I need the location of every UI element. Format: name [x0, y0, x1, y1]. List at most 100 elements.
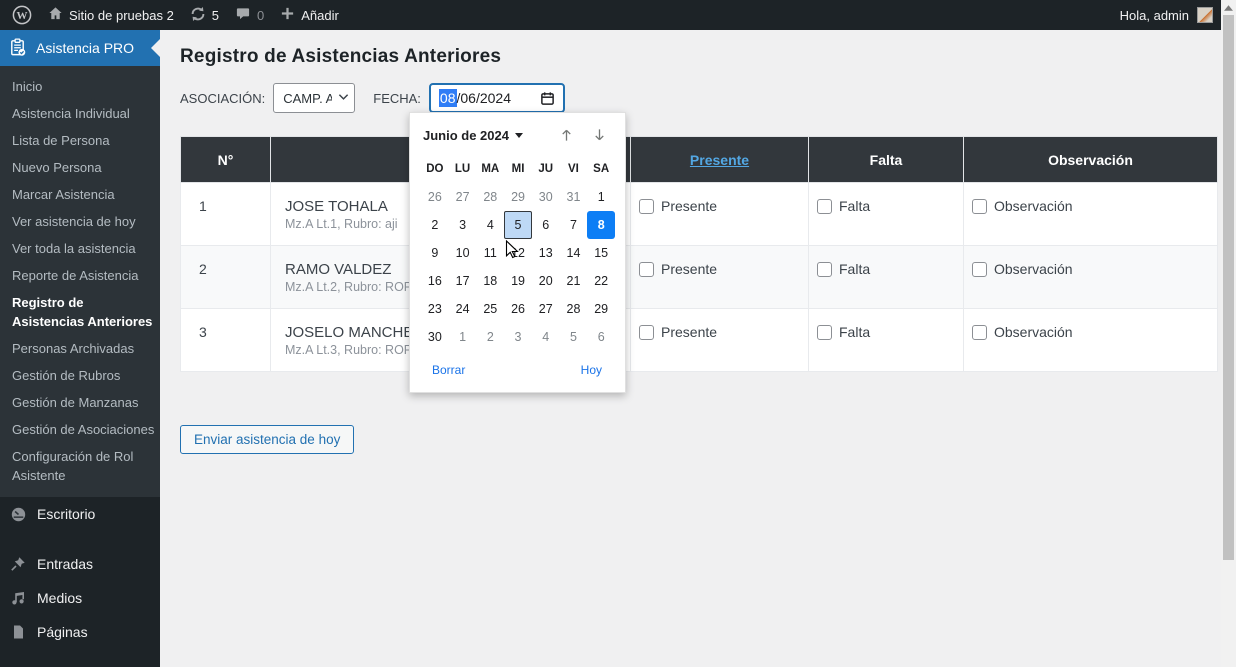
sidebar-subitem[interactable]: Marcar Asistencia	[0, 181, 160, 208]
day-cell[interactable]: 20	[532, 267, 560, 295]
presente-checkbox[interactable]: Presente	[639, 198, 808, 214]
presente-checkbox[interactable]: Presente	[639, 324, 808, 340]
new-content-menu[interactable]: Añadir	[280, 6, 339, 24]
sidebar-core-item[interactable]: Escritorio	[0, 497, 160, 531]
day-cell[interactable]: 31	[560, 183, 588, 211]
prev-month-arrow-icon[interactable]	[559, 127, 574, 143]
day-cell[interactable]: 5	[560, 323, 588, 351]
scrollbar-thumb[interactable]	[1223, 15, 1234, 560]
day-cell[interactable]: 4	[476, 211, 504, 239]
observacion-checkbox[interactable]: Observación	[972, 261, 1217, 277]
day-cell[interactable]: 30	[421, 323, 449, 351]
day-cell[interactable]: 24	[449, 295, 477, 323]
day-cell[interactable]: 13	[532, 239, 560, 267]
header-presente[interactable]: Presente	[631, 137, 809, 183]
presente-checkbox-input[interactable]	[639, 199, 654, 214]
calendar-icon[interactable]	[540, 91, 555, 106]
falta-checkbox-input[interactable]	[817, 262, 832, 277]
sidebar-subitem[interactable]: Inicio	[0, 73, 160, 100]
sidebar-subitem[interactable]: Gestión de Manzanas	[0, 389, 160, 416]
day-cell[interactable]: 28	[560, 295, 588, 323]
day-cell[interactable]: 3	[449, 211, 477, 239]
falta-checkbox-input[interactable]	[817, 325, 832, 340]
sidebar-subitem[interactable]: Nuevo Persona	[0, 154, 160, 181]
sidebar-subitem[interactable]: Personas Archivadas	[0, 335, 160, 362]
observacion-checkbox[interactable]: Observación	[972, 324, 1217, 340]
day-cell[interactable]: 17	[449, 267, 477, 295]
day-cell[interactable]: 27	[449, 183, 477, 211]
association-select[interactable]: CAMP. A	[273, 83, 355, 113]
day-cell[interactable]: 29	[587, 295, 615, 323]
next-month-arrow-icon[interactable]	[592, 127, 607, 143]
today-button[interactable]: Hoy	[581, 363, 602, 377]
sidebar-subitem[interactable]: Configuración de Rol Asistente	[0, 443, 160, 489]
day-cell[interactable]: 3	[504, 323, 532, 351]
observacion-checkbox[interactable]: Observación	[972, 198, 1217, 214]
day-cell[interactable]: 2	[421, 211, 449, 239]
date-rest-segment[interactable]: /06/2024	[457, 90, 512, 106]
presente-checkbox-input[interactable]	[639, 262, 654, 277]
sidebar-subitem[interactable]: Reporte de Asistencia	[0, 262, 160, 289]
date-input[interactable]: 08/06/2024	[429, 83, 565, 113]
site-menu[interactable]: Sitio de pruebas 2	[48, 6, 174, 24]
day-cell-selected[interactable]: 8	[587, 211, 615, 239]
falta-checkbox[interactable]: Falta	[817, 324, 963, 340]
comments-menu[interactable]: 0	[235, 6, 264, 24]
day-cell[interactable]: 9	[421, 239, 449, 267]
falta-checkbox[interactable]: Falta	[817, 198, 963, 214]
day-cell[interactable]: 30	[532, 183, 560, 211]
day-cell[interactable]: 4	[532, 323, 560, 351]
observacion-checkbox-input[interactable]	[972, 325, 987, 340]
scroll-up-arrow-icon[interactable]	[1221, 0, 1236, 15]
day-cell[interactable]: 27	[532, 295, 560, 323]
clear-button[interactable]: Borrar	[432, 363, 465, 377]
day-cell[interactable]: 12	[504, 239, 532, 267]
day-cell[interactable]: 28	[476, 183, 504, 211]
observacion-checkbox-input[interactable]	[972, 262, 987, 277]
day-cell[interactable]: 7	[560, 211, 588, 239]
updates-menu[interactable]: 5	[190, 6, 219, 25]
day-cell-today[interactable]: 5	[504, 211, 532, 239]
day-cell[interactable]: 25	[476, 295, 504, 323]
day-cell[interactable]: 6	[532, 211, 560, 239]
sidebar-core-item[interactable]: Páginas	[0, 615, 160, 649]
day-cell[interactable]: 26	[421, 183, 449, 211]
sidebar-subitem[interactable]: Lista de Persona	[0, 127, 160, 154]
sidebar-subitem[interactable]: Asistencia Individual	[0, 100, 160, 127]
day-cell[interactable]: 16	[421, 267, 449, 295]
date-day-segment[interactable]: 08	[439, 89, 457, 107]
send-attendance-button[interactable]: Enviar asistencia de hoy	[180, 425, 354, 454]
day-cell[interactable]: 6	[587, 323, 615, 351]
day-cell[interactable]: 1	[587, 183, 615, 211]
day-cell[interactable]: 11	[476, 239, 504, 267]
observacion-checkbox-input[interactable]	[972, 199, 987, 214]
day-cell[interactable]: 14	[560, 239, 588, 267]
sidebar-subitem[interactable]: Registro de Asistencias Anteriores	[0, 289, 160, 335]
day-cell[interactable]: 10	[449, 239, 477, 267]
day-cell[interactable]: 19	[504, 267, 532, 295]
presente-checkbox[interactable]: Presente	[639, 261, 808, 277]
day-cell[interactable]: 29	[504, 183, 532, 211]
day-cell[interactable]: 15	[587, 239, 615, 267]
sidebar-subitem[interactable]: Gestión de Rubros	[0, 362, 160, 389]
day-cell[interactable]: 26	[504, 295, 532, 323]
day-cell[interactable]: 18	[476, 267, 504, 295]
day-cell[interactable]: 21	[560, 267, 588, 295]
avatar[interactable]	[1197, 7, 1213, 23]
presente-checkbox-input[interactable]	[639, 325, 654, 340]
day-cell[interactable]: 23	[421, 295, 449, 323]
day-cell[interactable]: 2	[476, 323, 504, 351]
falta-checkbox[interactable]: Falta	[817, 261, 963, 277]
falta-checkbox-input[interactable]	[817, 199, 832, 214]
day-cell[interactable]: 1	[449, 323, 477, 351]
sidebar-item-asistencia-pro[interactable]: Asistencia PRO	[0, 30, 160, 66]
sidebar-core-item[interactable]: Entradas	[0, 547, 160, 581]
vertical-scrollbar[interactable]	[1221, 0, 1236, 667]
sidebar-subitem[interactable]: Gestión de Asociaciones	[0, 416, 160, 443]
account-greeting[interactable]: Hola, admin	[1120, 8, 1189, 23]
sidebar-subitem[interactable]: Ver toda la asistencia	[0, 235, 160, 262]
month-selector[interactable]: Junio de 2024	[423, 128, 523, 143]
sidebar-subitem[interactable]: Ver asistencia de hoy	[0, 208, 160, 235]
wordpress-logo-icon[interactable]: W	[12, 5, 32, 25]
day-cell[interactable]: 22	[587, 267, 615, 295]
